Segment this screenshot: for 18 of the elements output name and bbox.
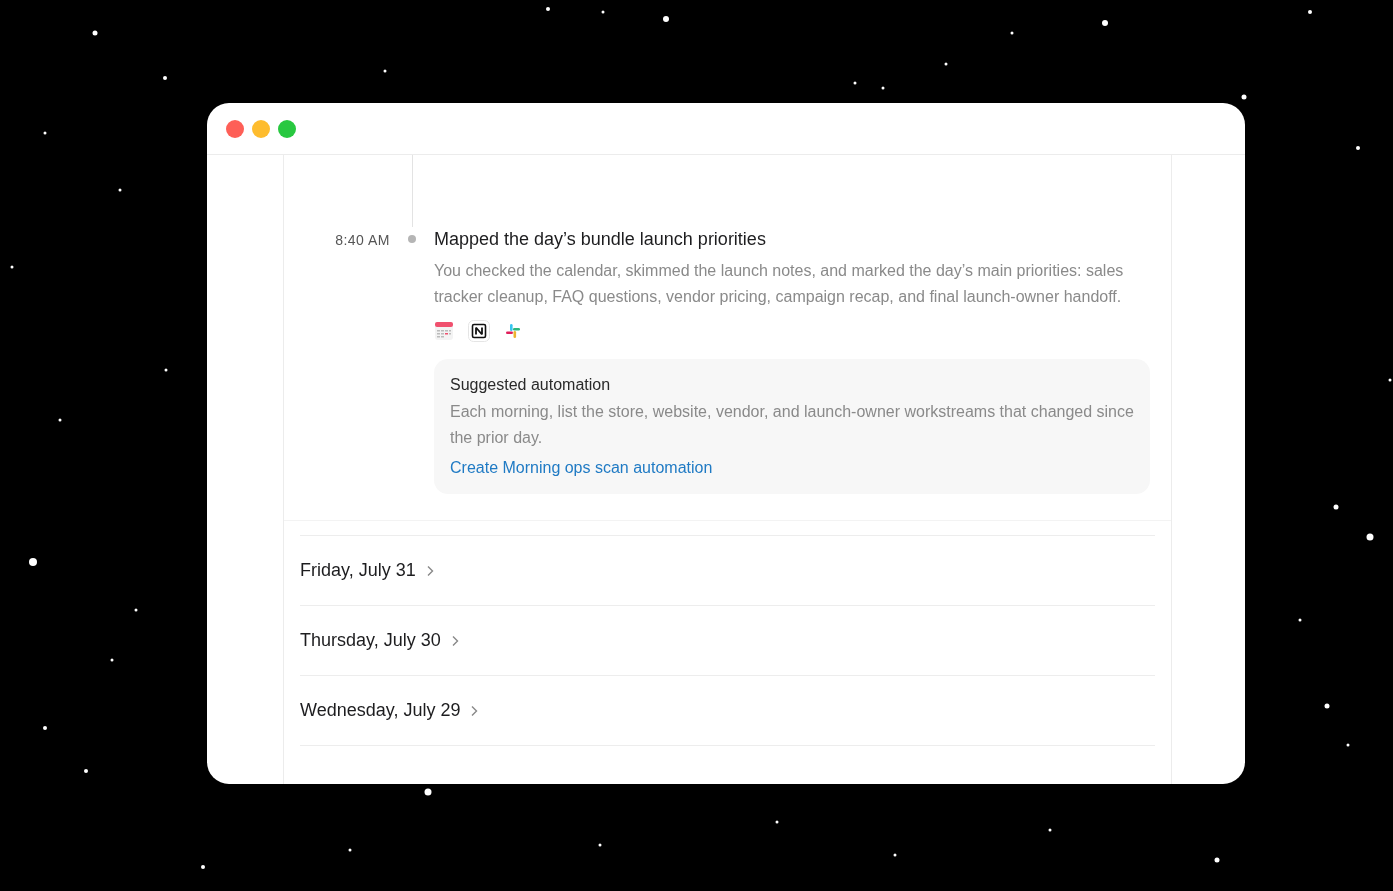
chevron-right-icon (470, 704, 479, 717)
day-row[interactable]: Wednesday, July 29 (300, 697, 479, 724)
minimize-button[interactable] (252, 119, 270, 138)
create-automation-link[interactable]: Create Morning ops scan automation (450, 456, 713, 480)
calendar-icon (434, 321, 454, 341)
entry-description: You checked the calendar, skimmed the launch notes, and marked the day’s main priorities: sales tracker cleanup, FAQ questions, vendor pricing, campaign recap, and final launch-owner handoff. (434, 261, 1125, 307)
chevron-right-icon (425, 564, 434, 577)
chevron-right-icon (450, 634, 459, 647)
automation-heading: Suggested automation (450, 375, 612, 395)
close-button[interactable] (226, 119, 244, 138)
day-row[interactable]: Friday, July 31 (300, 557, 434, 584)
zoom-button[interactable] (278, 119, 296, 138)
notebook-icon (468, 320, 490, 342)
automation-text: Each morning, list the store, website, vendor, and launch-owner workstreams that changed since the prior day. (450, 402, 1134, 448)
day-row[interactable]: Thursday, July 30 (300, 627, 459, 654)
entry-time: 8:40 AM (334, 231, 390, 250)
hash-icon (504, 322, 522, 340)
entry-title: Mapped the day’s bundle launch priorities (434, 228, 767, 251)
